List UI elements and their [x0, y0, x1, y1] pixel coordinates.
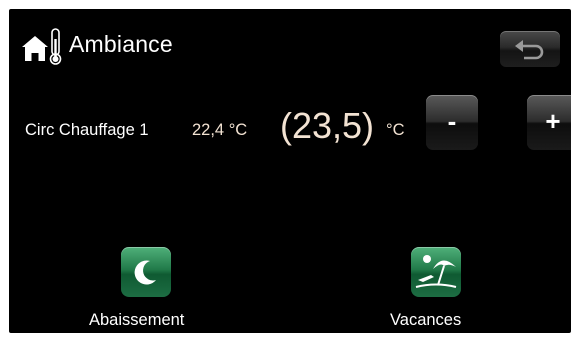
- home-thermometer-icon: [19, 25, 67, 67]
- decrease-button[interactable]: -: [426, 95, 478, 150]
- thermostat-screen: Ambiance Circ Chauffage 1 22,4 °C (23,5)…: [9, 9, 571, 333]
- setpoint-unit: °C: [386, 121, 405, 139]
- back-button[interactable]: [500, 31, 560, 67]
- return-arrow-icon: [515, 40, 544, 60]
- moon-icon: [134, 260, 156, 285]
- setpoint-value: (23,5): [280, 105, 375, 146]
- current-temperature: 22,4 °C: [192, 121, 248, 139]
- increase-button[interactable]: +: [527, 95, 571, 150]
- abaissement-label: Abaissement: [89, 311, 185, 329]
- page-title: Ambiance: [69, 31, 173, 57]
- beach-umbrella-icon: [415, 255, 457, 288]
- circuit-label: Circ Chauffage 1: [25, 121, 149, 139]
- abaissement-button[interactable]: [121, 247, 171, 297]
- vacances-button[interactable]: [411, 247, 461, 297]
- vacances-label: Vacances: [390, 311, 462, 329]
